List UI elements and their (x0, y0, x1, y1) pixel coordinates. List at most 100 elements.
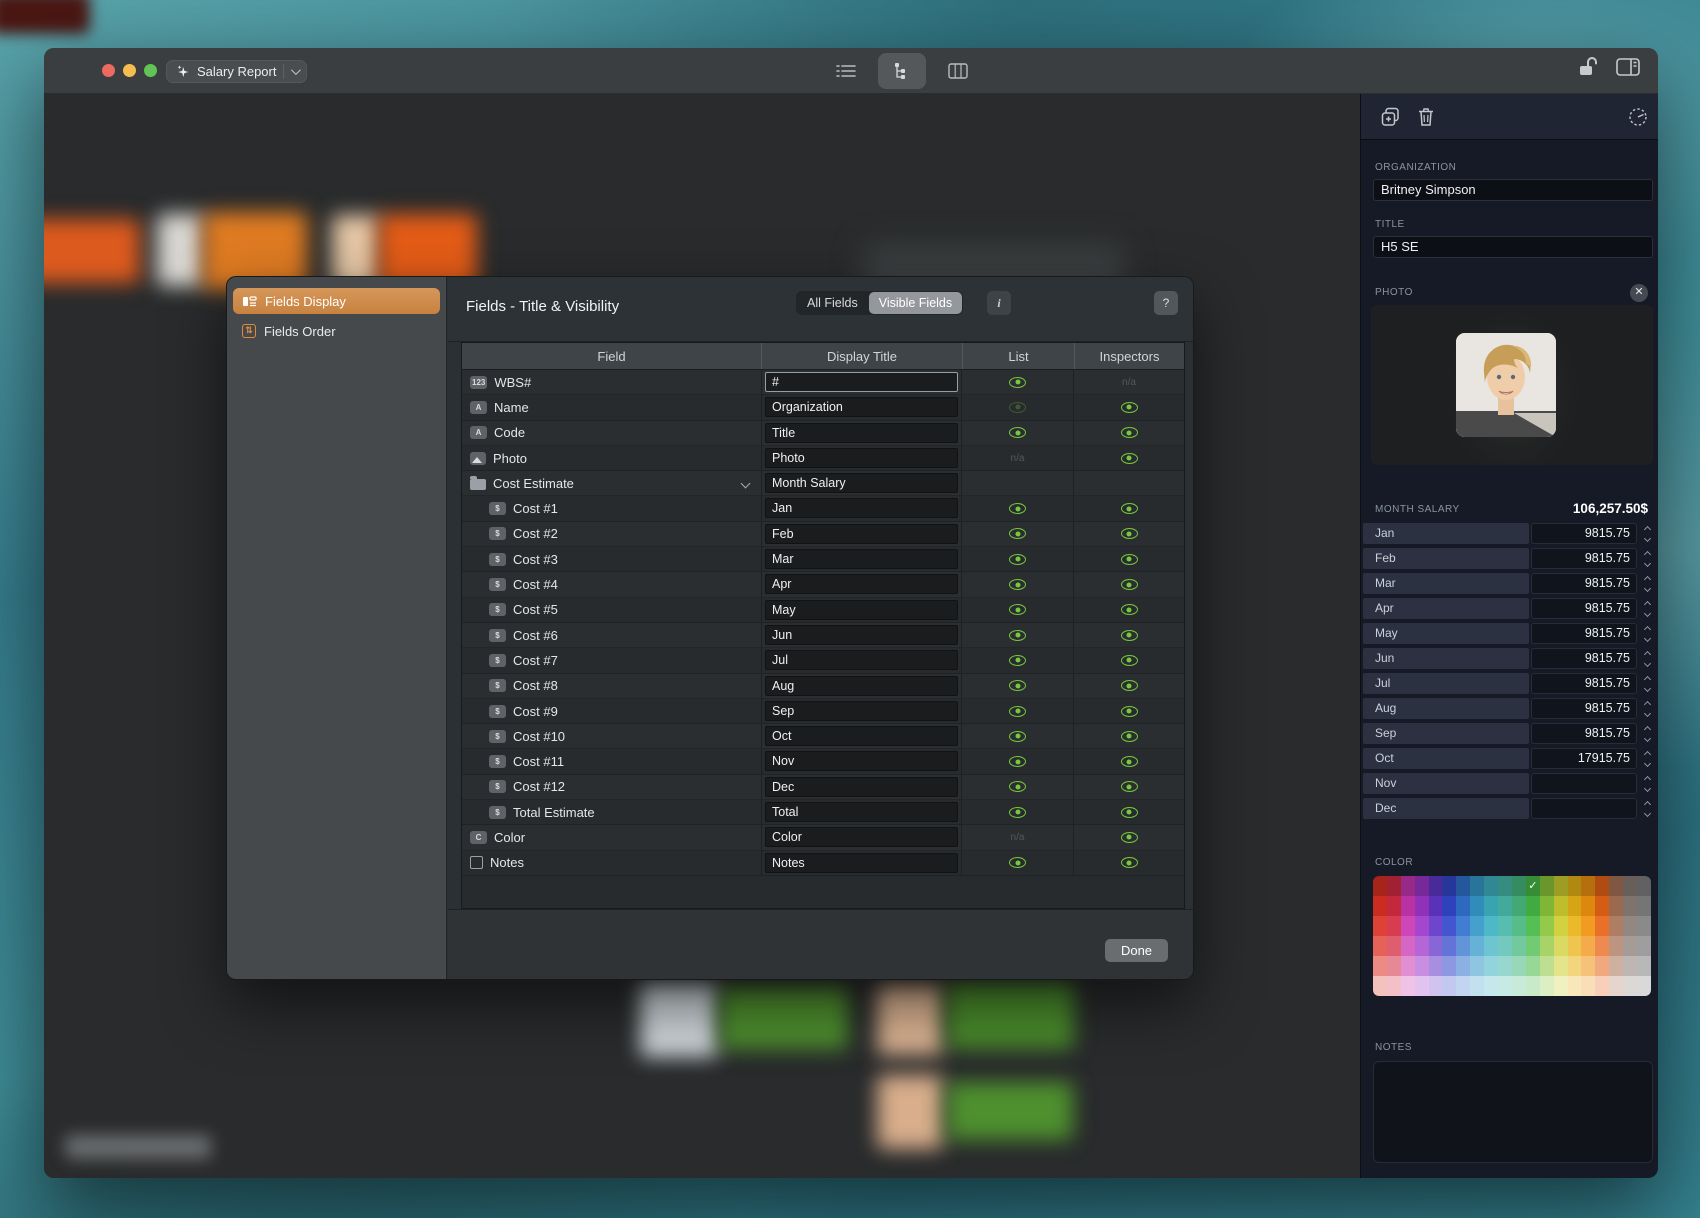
color-swatch[interactable] (1623, 896, 1637, 916)
stepper-up-icon[interactable] (1643, 650, 1650, 657)
inspectors-visibility-cell[interactable] (1074, 699, 1184, 724)
list-visibility-cell[interactable] (962, 851, 1074, 876)
stepper-up-icon[interactable] (1643, 525, 1650, 532)
list-visibility-cell[interactable] (962, 395, 1074, 420)
color-swatch[interactable] (1456, 936, 1470, 956)
color-swatch[interactable] (1442, 896, 1456, 916)
table-row[interactable]: $ Cost #10 Oct (462, 724, 1184, 749)
color-swatch[interactable] (1637, 956, 1651, 976)
inspectors-visibility-cell[interactable] (1074, 775, 1184, 800)
inspectors-visibility-cell[interactable] (1074, 851, 1184, 876)
salary-value-field[interactable]: 9815.75 (1531, 598, 1637, 619)
color-swatch[interactable] (1623, 876, 1637, 896)
color-swatch[interactable] (1415, 956, 1429, 976)
color-swatch[interactable] (1498, 876, 1512, 896)
salary-value-field[interactable]: 9815.75 (1531, 548, 1637, 569)
color-swatch[interactable] (1387, 976, 1401, 996)
visibility-eye-icon[interactable] (1009, 731, 1026, 742)
visibility-eye-icon[interactable] (1121, 604, 1138, 615)
color-swatch[interactable] (1387, 936, 1401, 956)
sidebar-item-fields-order[interactable]: ⇅ Fields Order (233, 318, 440, 344)
color-swatch[interactable] (1429, 916, 1443, 936)
inspectors-visibility-cell[interactable] (1074, 522, 1184, 547)
color-swatch[interactable] (1595, 956, 1609, 976)
stepper-down-icon[interactable] (1643, 559, 1650, 566)
inspectors-visibility-cell[interactable] (1074, 825, 1184, 850)
color-swatch[interactable] (1512, 936, 1526, 956)
table-row[interactable]: $ Cost #3 Mar (462, 547, 1184, 572)
display-title-input[interactable]: Jan (765, 498, 958, 518)
table-row[interactable]: C Color Color n/a (462, 825, 1184, 850)
table-row[interactable]: $ Cost #5 May (462, 598, 1184, 623)
color-swatch[interactable] (1623, 976, 1637, 996)
list-visibility-cell[interactable] (962, 471, 1074, 496)
color-swatch[interactable] (1387, 876, 1401, 896)
list-visibility-cell[interactable] (962, 547, 1074, 572)
color-swatch[interactable] (1429, 936, 1443, 956)
color-swatch[interactable] (1568, 976, 1582, 996)
display-title-input[interactable]: Jun (765, 625, 958, 645)
color-swatch[interactable] (1526, 976, 1540, 996)
table-row[interactable]: $ Cost #8 Aug (462, 674, 1184, 699)
color-swatch[interactable] (1429, 896, 1443, 916)
color-swatch[interactable] (1512, 896, 1526, 916)
tree-view-button[interactable] (878, 53, 926, 89)
color-swatch[interactable] (1540, 916, 1554, 936)
salary-value-field[interactable] (1531, 773, 1637, 794)
visibility-eye-icon[interactable] (1009, 807, 1026, 818)
color-swatch[interactable] (1512, 956, 1526, 976)
color-swatch[interactable] (1470, 876, 1484, 896)
table-row[interactable]: A Code Title (462, 421, 1184, 446)
color-swatch[interactable] (1442, 976, 1456, 996)
stepper-control[interactable] (1641, 799, 1653, 818)
table-row[interactable]: $ Cost #11 Nov (462, 749, 1184, 774)
visibility-eye-icon[interactable] (1009, 427, 1026, 438)
table-row[interactable]: $ Total Estimate Total (462, 800, 1184, 825)
table-row[interactable]: Notes Notes (462, 851, 1184, 876)
color-swatch[interactable] (1540, 936, 1554, 956)
minimize-button[interactable] (123, 64, 136, 77)
color-swatch[interactable] (1512, 976, 1526, 996)
color-swatch[interactable] (1568, 936, 1582, 956)
display-title-input[interactable]: Feb (765, 524, 958, 544)
color-swatch[interactable] (1456, 956, 1470, 976)
list-visibility-cell[interactable] (962, 572, 1074, 597)
table-row[interactable]: Cost Estimate Month Salary (462, 471, 1184, 496)
color-swatch[interactable] (1498, 936, 1512, 956)
color-swatch[interactable] (1456, 896, 1470, 916)
color-swatch[interactable] (1456, 876, 1470, 896)
color-swatch[interactable] (1429, 956, 1443, 976)
color-swatch[interactable] (1581, 896, 1595, 916)
help-button[interactable]: ? (1154, 291, 1178, 315)
color-swatch[interactable] (1581, 936, 1595, 956)
inspectors-visibility-cell[interactable] (1074, 395, 1184, 420)
color-swatch[interactable] (1554, 936, 1568, 956)
stepper-up-icon[interactable] (1643, 675, 1650, 682)
display-title-input[interactable]: Total (765, 802, 958, 822)
color-swatch[interactable] (1609, 976, 1623, 996)
color-swatch[interactable] (1637, 876, 1651, 896)
color-swatch[interactable] (1429, 976, 1443, 996)
salary-value-field[interactable]: 9815.75 (1531, 623, 1637, 644)
stepper-down-icon[interactable] (1643, 584, 1650, 591)
stepper-up-icon[interactable] (1643, 625, 1650, 632)
stepper-down-icon[interactable] (1643, 609, 1650, 616)
color-swatch[interactable] (1554, 976, 1568, 996)
visibility-eye-icon[interactable] (1121, 528, 1138, 539)
list-visibility-cell[interactable] (962, 724, 1074, 749)
stepper-up-icon[interactable] (1643, 550, 1650, 557)
history-dial-icon[interactable] (1628, 107, 1648, 127)
title-field[interactable]: H5 SE (1373, 236, 1653, 258)
visibility-eye-icon[interactable] (1009, 706, 1026, 717)
visibility-eye-icon[interactable] (1121, 554, 1138, 565)
column-header-list[interactable]: List (962, 343, 1074, 369)
column-header-display-title[interactable]: Display Title (761, 343, 962, 369)
close-button[interactable] (102, 64, 115, 77)
visibility-eye-icon[interactable] (1121, 630, 1138, 641)
color-swatch[interactable] (1637, 896, 1651, 916)
color-swatch[interactable] (1373, 976, 1387, 996)
list-visibility-cell[interactable] (962, 421, 1074, 446)
stepper-control[interactable] (1641, 549, 1653, 568)
inspectors-visibility-cell[interactable] (1074, 648, 1184, 673)
display-title-input[interactable]: Oct (765, 726, 958, 746)
